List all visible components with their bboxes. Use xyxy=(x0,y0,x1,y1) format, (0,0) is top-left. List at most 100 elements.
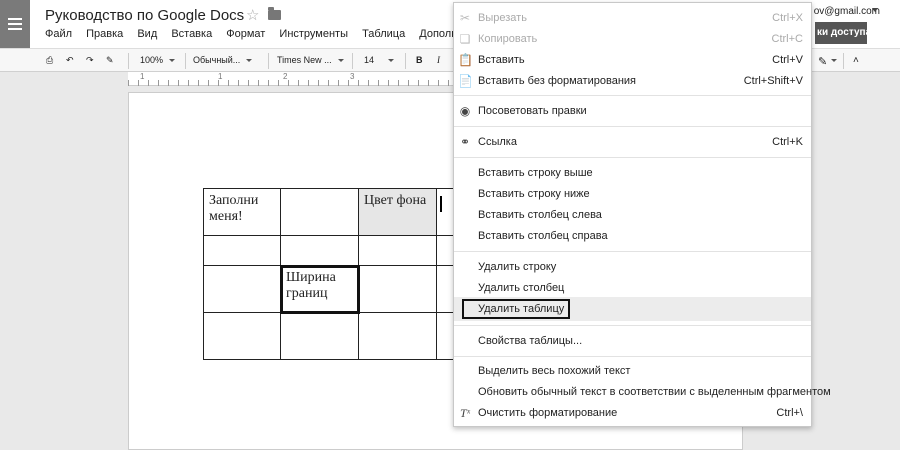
table-cell-thick-border[interactable]: Ширина границ xyxy=(279,264,360,314)
suggest-edits-icon: ◉ xyxy=(459,104,471,118)
table-cell[interactable] xyxy=(203,265,281,313)
menu-file[interactable]: Файл xyxy=(45,28,72,40)
ruler[interactable]: 1 1 2 3 xyxy=(128,72,453,86)
paste-icon: 📋 xyxy=(458,53,473,67)
menu-item-label: Выделить весь похожий текст xyxy=(478,365,631,377)
menu-item-label: Удалить таблицу xyxy=(478,303,565,315)
copy-icon: ❏ xyxy=(459,32,471,46)
menu-item-label: Вставить строку выше xyxy=(478,167,593,179)
table-cell[interactable] xyxy=(280,312,359,360)
menu-item-table-properties[interactable]: Свойства таблицы... xyxy=(454,331,811,351)
italic-button[interactable]: I xyxy=(437,55,440,65)
chevron-down-icon[interactable] xyxy=(831,55,837,65)
table-cell[interactable] xyxy=(280,188,359,236)
menu-item-label: Вырезать xyxy=(478,12,527,24)
menu-item-shortcut: Ctrl+\ xyxy=(776,407,803,419)
menu-item-label: Удалить строку xyxy=(478,261,557,273)
table-cell[interactable] xyxy=(358,312,437,360)
menu-item-insert-row-below[interactable]: Вставить строку ниже xyxy=(454,184,811,204)
pen-icon[interactable]: ✎ xyxy=(818,55,827,68)
menu-item-insert-col-right[interactable]: Вставить столбец справа xyxy=(454,226,811,246)
folder-icon[interactable] xyxy=(268,7,281,20)
share-button[interactable]: ки доступа xyxy=(815,22,867,44)
chevron-down-icon xyxy=(246,59,253,63)
menu-item-shortcut: Ctrl+K xyxy=(772,136,803,148)
zoom-select[interactable]: 100% xyxy=(140,55,176,65)
font-size-value: 14 xyxy=(364,55,375,65)
paste-plain-icon: 📄 xyxy=(458,74,473,88)
docs-home-icon[interactable] xyxy=(0,0,30,48)
menu-edit[interactable]: Правка xyxy=(86,28,123,40)
menu-tools[interactable]: Инструменты xyxy=(279,28,348,40)
chevron-down-icon xyxy=(169,59,176,63)
chevron-down-icon xyxy=(337,59,344,63)
font-select[interactable]: Times New ... xyxy=(277,55,344,65)
table-cell-text: Ширина границ xyxy=(286,270,336,301)
style-value: Обычный... xyxy=(193,55,241,65)
table-cell[interactable] xyxy=(436,235,455,266)
menu-item-cut[interactable]: ✂ Вырезать Ctrl+X xyxy=(454,8,811,28)
menu-insert[interactable]: Вставка xyxy=(171,28,212,40)
menu-item-label: Свойства таблицы... xyxy=(478,335,583,347)
toolbar-divider xyxy=(405,53,406,69)
table-cell[interactable] xyxy=(358,265,437,313)
link-icon: ⚭ xyxy=(459,135,471,149)
menu-item-label: Вставить строку ниже xyxy=(478,188,590,200)
menu-item-insert-row-above[interactable]: Вставить строку выше xyxy=(454,163,811,183)
menu-item-clear-formatting[interactable]: Tˣ Очистить форматирование Ctrl+\ xyxy=(454,403,811,423)
table-cell-text: Заполни меня! xyxy=(209,193,259,224)
table-cell[interactable] xyxy=(280,235,359,266)
menu-item-suggest-edits[interactable]: ◉ Посоветовать правки xyxy=(454,101,811,121)
menu-table[interactable]: Таблица xyxy=(362,28,405,40)
menu-item-paste-plain[interactable]: 📄 Вставить без форматирования Ctrl+Shift… xyxy=(454,71,811,91)
toolbar-divider xyxy=(843,53,844,69)
account-email[interactable]: ov@gmail.com xyxy=(814,6,880,17)
menu-item-paste[interactable]: 📋 Вставить Ctrl+V xyxy=(454,50,811,70)
menu-item-copy[interactable]: ❏ Копировать Ctrl+C xyxy=(454,29,811,49)
table-cell[interactable]: Заполни меня! xyxy=(203,188,281,236)
toolbar-divider xyxy=(352,53,353,69)
account-caret-icon[interactable] xyxy=(872,8,878,12)
table-cell[interactable] xyxy=(436,312,455,360)
menu-item-link[interactable]: ⚭ Ссылка Ctrl+K xyxy=(454,132,811,152)
menu-view[interactable]: Вид xyxy=(137,28,157,40)
ruler-number: 2 xyxy=(283,72,288,81)
table-cell[interactable] xyxy=(203,312,281,360)
table-cell[interactable] xyxy=(203,235,281,266)
menu-item-delete-row[interactable]: Удалить строку xyxy=(454,257,811,277)
star-icon[interactable]: ☆ xyxy=(246,6,259,24)
scissors-icon: ✂ xyxy=(459,11,471,25)
document-table[interactable]: Заполни меня! Цвет фона Ширина границ xyxy=(203,188,455,360)
collapse-toolbar-icon[interactable]: ˄ xyxy=(853,55,859,66)
table-cell-shaded[interactable]: Цвет фона xyxy=(358,188,437,236)
zoom-value: 100% xyxy=(140,55,164,65)
context-menu: ✂ Вырезать Ctrl+X ❏ Копировать Ctrl+C 📋 … xyxy=(453,2,831,427)
menu-item-update-style[interactable]: Обновить обычный текст в соответствии с … xyxy=(454,382,831,402)
menu-divider xyxy=(454,356,811,357)
font-size-select[interactable]: 14 xyxy=(364,55,395,65)
menu-item-insert-col-left[interactable]: Вставить столбец слева xyxy=(454,205,811,225)
bold-button[interactable]: B xyxy=(416,55,423,65)
toolbar-divider xyxy=(268,53,269,69)
clear-formatting-icon: Tˣ xyxy=(459,406,471,420)
ruler-number: 1 xyxy=(140,72,145,81)
redo-icon[interactable]: ↷ xyxy=(86,55,94,66)
menu-format[interactable]: Формат xyxy=(226,28,265,40)
menu-item-shortcut: Ctrl+C xyxy=(771,33,803,45)
menu-item-shortcut: Ctrl+X xyxy=(772,12,803,24)
table-cell[interactable] xyxy=(358,235,437,266)
menu-divider xyxy=(454,325,811,326)
document-title[interactable]: Руководство по Google Docs xyxy=(45,7,244,24)
style-select[interactable]: Обычный... xyxy=(193,55,253,65)
paint-format-icon[interactable]: ✎ xyxy=(106,55,114,66)
chevron-down-icon xyxy=(388,59,395,63)
print-icon[interactable]: ⎙ xyxy=(46,55,53,66)
table-cell[interactable] xyxy=(436,265,455,313)
undo-icon[interactable]: ↶ xyxy=(66,55,74,66)
text-cursor xyxy=(440,196,442,212)
menu-item-delete-col[interactable]: Удалить столбец xyxy=(454,278,811,298)
menu-item-select-similar[interactable]: Выделить весь похожий текст xyxy=(454,361,811,381)
menu-item-delete-table[interactable]: Удалить таблицу xyxy=(454,297,811,321)
menu-item-label: Вставить столбец слева xyxy=(478,209,602,221)
font-value: Times New ... xyxy=(277,55,332,65)
